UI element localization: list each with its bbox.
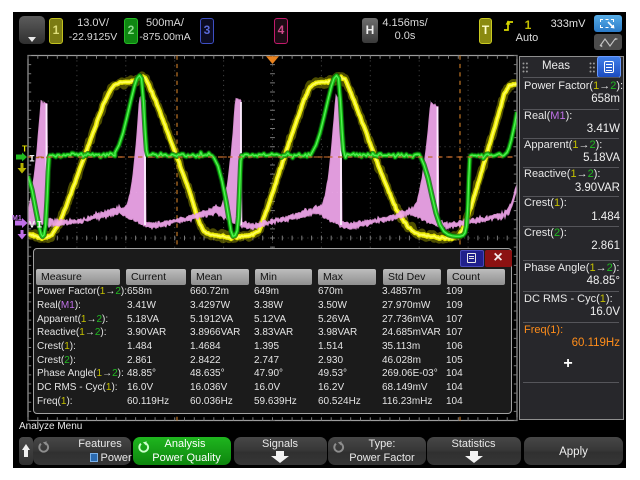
svg-text:VI: VI — [29, 221, 44, 232]
svg-text:I: I — [29, 155, 35, 166]
svg-text:T: T — [22, 144, 28, 154]
